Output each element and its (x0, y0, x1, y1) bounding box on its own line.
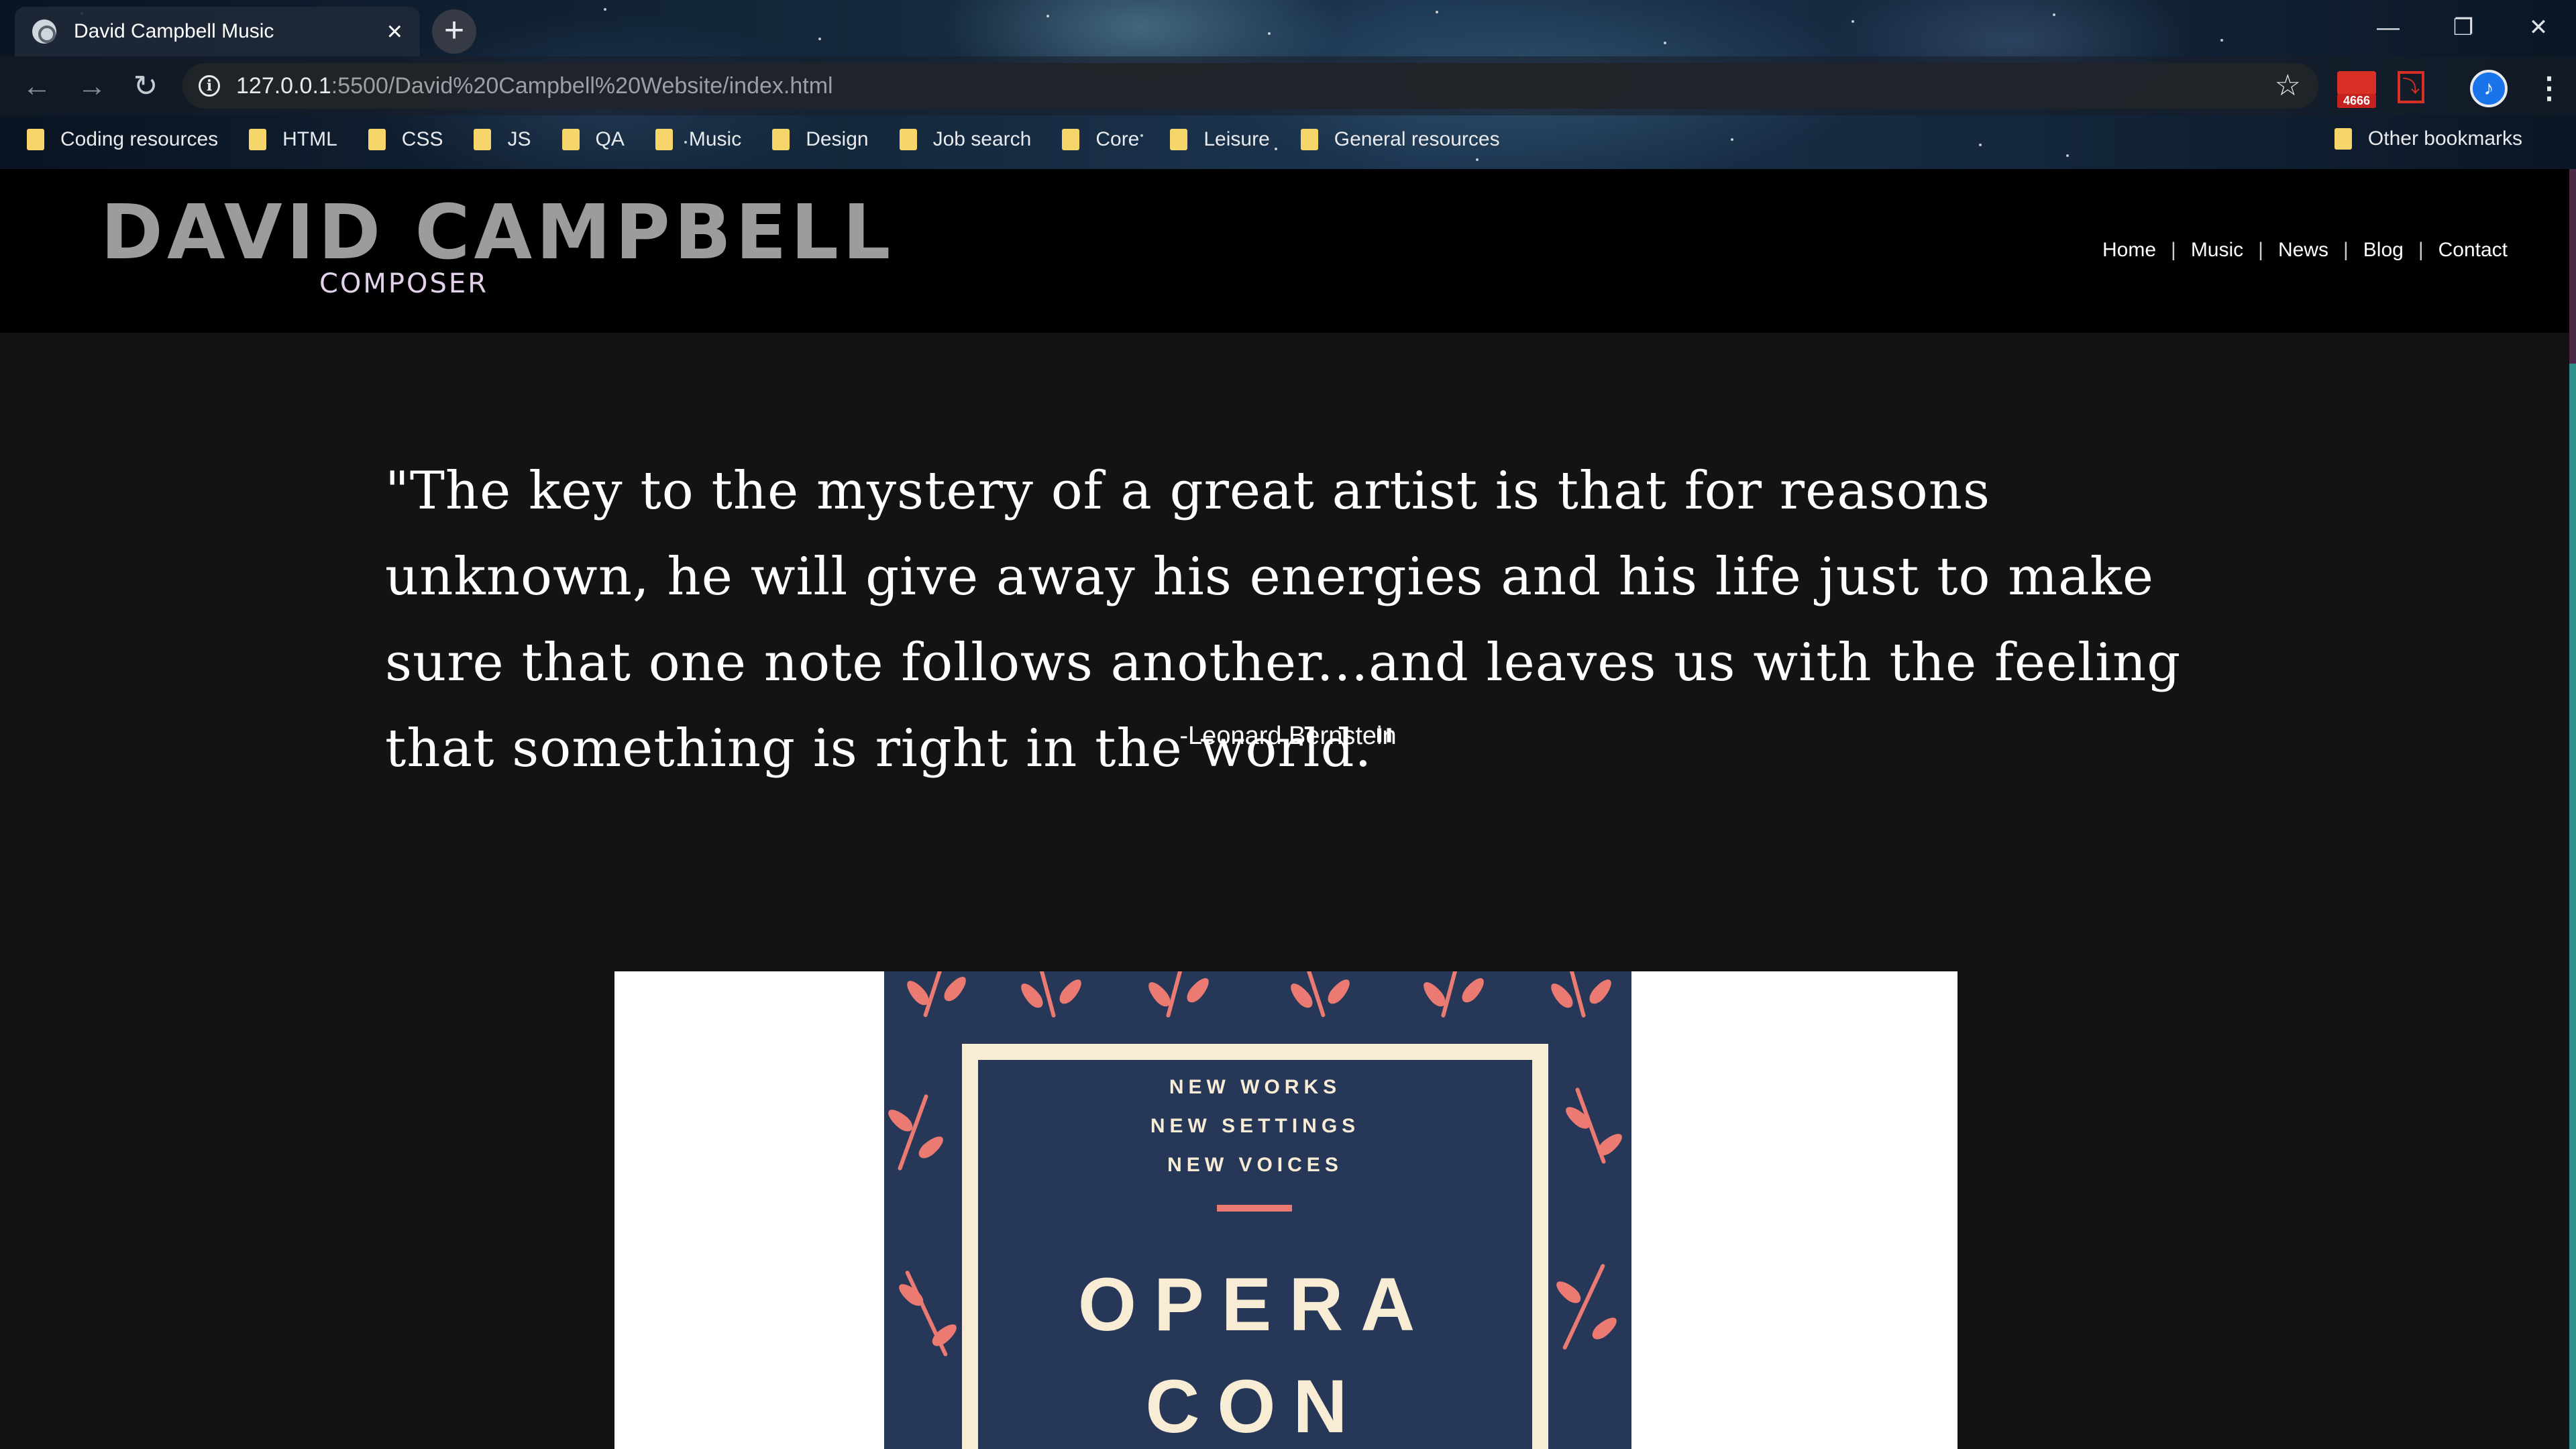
folder-icon (1170, 129, 1188, 150)
page-viewport: DAVID CAMPBELL COMPOSER Home | Music | N… (0, 169, 2576, 1449)
tab-title: David Campbell Music (74, 20, 274, 42)
restore-button[interactable]: ❐ (2426, 7, 2501, 48)
address-bar[interactable]: i 127.0.0.1:5500/David%20Campbell%20Webs… (182, 63, 2318, 109)
folder-icon (368, 129, 386, 150)
bookmark-folder[interactable]: Design (772, 128, 869, 151)
bookmark-folder[interactable]: QA (561, 128, 625, 151)
folder-icon (899, 129, 917, 150)
globe-icon (32, 19, 56, 44)
bookmark-folder[interactable]: Job search (899, 128, 1031, 151)
bookmark-folder[interactable]: Coding resources (27, 128, 218, 151)
scrollbar-track-top (2569, 169, 2576, 364)
close-tab-icon[interactable]: × (387, 18, 402, 45)
pdf-extension-icon[interactable]: ⤵ (2398, 71, 2424, 103)
folder-icon (655, 129, 673, 150)
window-controls: — ❐ ✕ (2351, 7, 2576, 48)
nav-news[interactable]: News (2278, 239, 2328, 262)
poster-line-2: NEW SETTINGS (1150, 1115, 1360, 1137)
nav-separator: | (2171, 239, 2176, 261)
opera-con-poster: NEW WORKS NEW SETTINGS NEW VOICES OPERA … (884, 971, 1631, 1449)
poster-frame: NEW WORKS NEW SETTINGS NEW VOICES OPERA … (614, 971, 1957, 1449)
other-bookmarks[interactable]: Other bookmarks (2334, 127, 2522, 150)
site-nav: Home | Music | News | Blog | Contact (2102, 239, 2508, 262)
poster-line-1: NEW WORKS (1169, 1076, 1342, 1098)
poster-title-1: OPERA (1077, 1263, 1433, 1346)
nav-blog[interactable]: Blog (2363, 239, 2404, 262)
back-arrow-icon[interactable]: ← (19, 68, 55, 105)
bookmark-folder[interactable]: JS (474, 128, 531, 151)
poster-title-2: CON (1145, 1364, 1365, 1448)
poster-inner-box: NEW WORKS NEW SETTINGS NEW VOICES OPERA … (962, 1044, 1548, 1449)
poster-divider (1217, 1205, 1292, 1212)
mail-extension-icon[interactable]: 4666 (2337, 71, 2376, 109)
poster-line-3: NEW VOICES (1167, 1154, 1343, 1176)
browser-chrome: David Campbell Music × + — ❐ ✕ ← → ↻ i 1… (0, 0, 2576, 169)
tab-strip: David Campbell Music × + — ❐ ✕ (0, 0, 2576, 56)
site-header: DAVID CAMPBELL COMPOSER Home | Music | N… (0, 169, 2576, 333)
bookmark-folder[interactable]: HTML (249, 128, 337, 151)
minimize-button[interactable]: — (2351, 7, 2426, 48)
nav-home[interactable]: Home (2102, 239, 2156, 262)
new-tab-button[interactable]: + (432, 9, 476, 54)
bookmark-folder[interactable]: Core (1062, 128, 1139, 151)
reload-icon[interactable]: ↻ (127, 68, 164, 105)
folder-icon (772, 129, 790, 150)
folder-icon (249, 129, 267, 150)
bookmark-folder[interactable]: CSS (368, 128, 443, 151)
site-logo-subtitle: COMPOSER (319, 268, 488, 299)
browser-toolbar: ← → ↻ i 127.0.0.1:5500/David%20Campbell%… (0, 56, 2576, 115)
bookmark-folder[interactable]: General resources (1300, 128, 1500, 151)
nav-separator: | (2258, 239, 2263, 261)
bookmarks-bar: Coding resources HTML CSS JS QA Music De… (0, 115, 2576, 164)
close-window-button[interactable]: ✕ (2501, 7, 2576, 48)
nav-contact[interactable]: Contact (2438, 239, 2508, 262)
folder-icon (1062, 129, 1080, 150)
folder-icon (561, 129, 580, 150)
nav-separator: | (2343, 239, 2349, 261)
browser-tab[interactable]: David Campbell Music × (15, 7, 420, 56)
folder-icon (1300, 129, 1318, 150)
folder-icon (2334, 128, 2352, 150)
bookmark-star-icon[interactable]: ☆ (2275, 68, 2301, 103)
bookmark-folder[interactable]: Leisure (1170, 128, 1270, 151)
forward-arrow-icon[interactable]: → (74, 68, 110, 105)
site-logo-name[interactable]: DAVID CAMPBELL (101, 189, 894, 276)
nav-separator: | (2418, 239, 2424, 261)
folder-icon (27, 129, 44, 150)
browser-menu-icon[interactable]: ⋮ (2534, 71, 2564, 105)
site-info-icon[interactable]: i (199, 75, 220, 97)
quote-attribution: -Leonard Bernstein (1179, 722, 1397, 750)
nav-music[interactable]: Music (2191, 239, 2243, 262)
profile-avatar[interactable]: ♪ (2470, 70, 2508, 107)
bookmark-folder[interactable]: Music (655, 128, 741, 151)
folder-icon (474, 129, 492, 150)
mail-count-badge: 4666 (2337, 94, 2376, 108)
url-text[interactable]: 127.0.0.1:5500/David%20Campbell%20Websit… (236, 73, 833, 99)
scrollbar-thumb[interactable] (2569, 364, 2576, 1449)
